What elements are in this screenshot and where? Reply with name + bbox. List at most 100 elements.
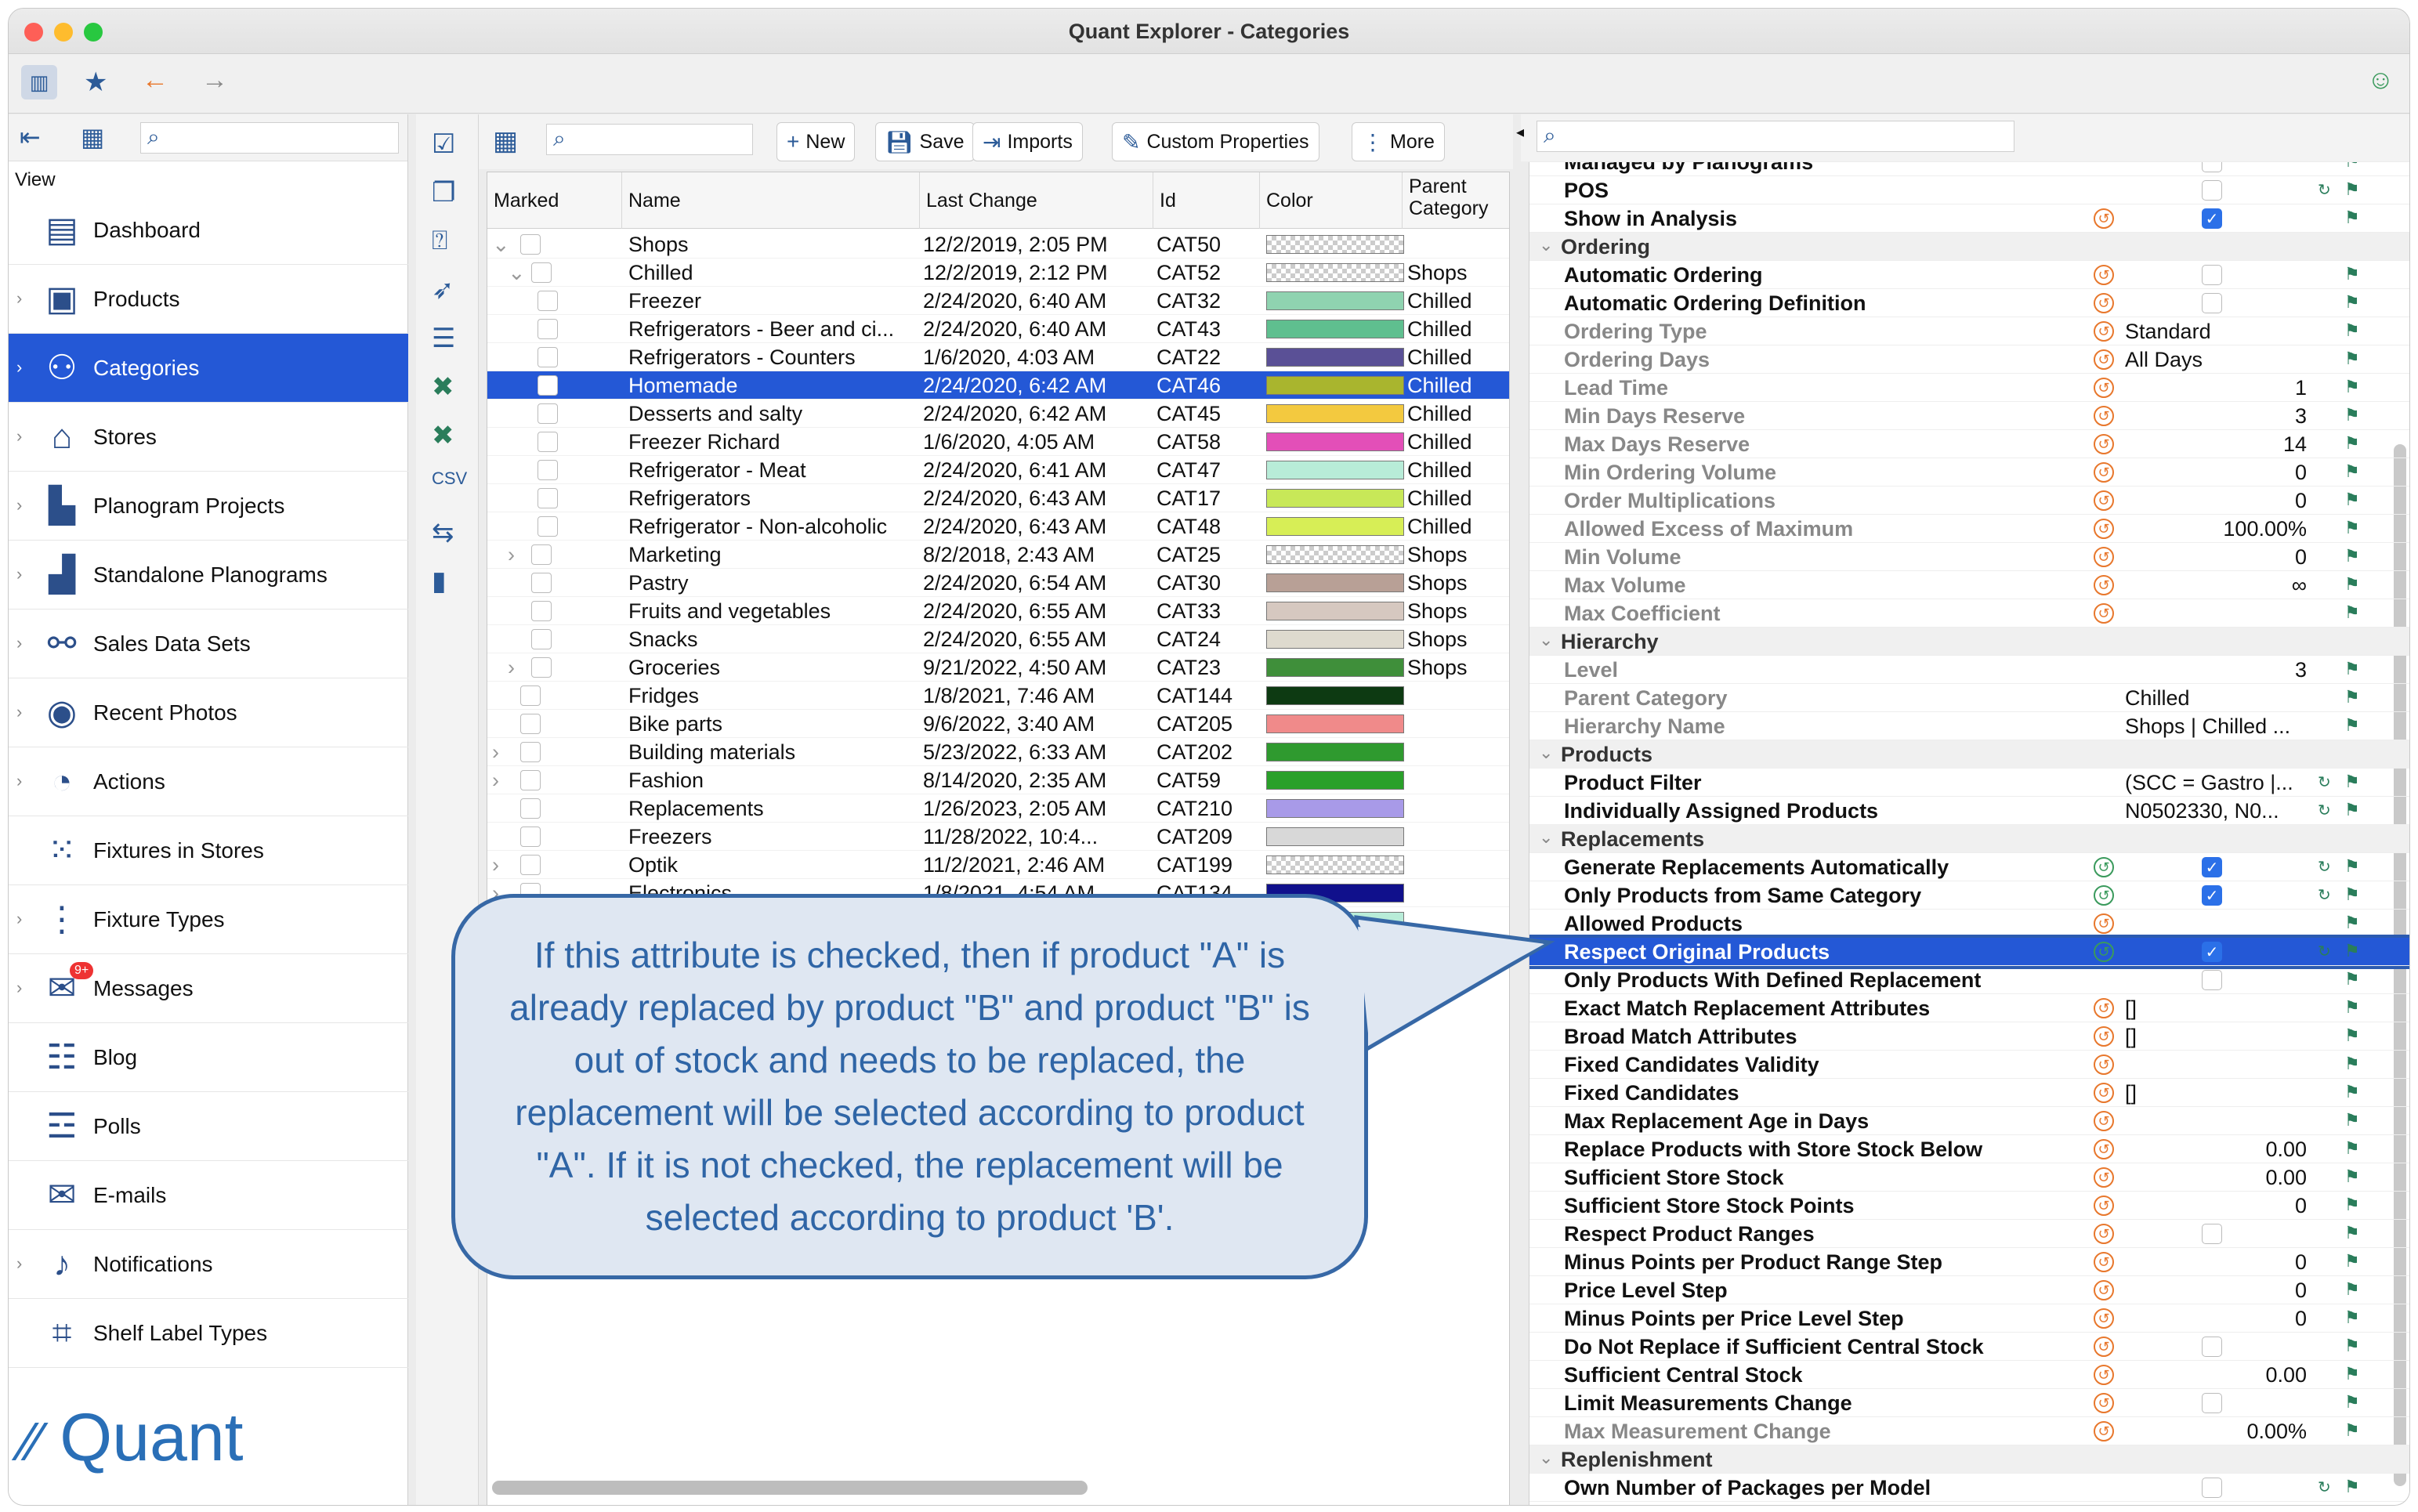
col-name[interactable]: Name (622, 172, 920, 229)
edit-flag-icon[interactable]: ⚑ (2344, 1223, 2360, 1243)
row-checkbox[interactable] (531, 629, 552, 649)
property-row[interactable]: Ordering Type ↺ Standard ⚑ (1529, 317, 2409, 345)
property-value[interactable]: ∞ (2292, 573, 2307, 598)
chevron-right-icon[interactable]: › (16, 909, 22, 929)
edit-flag-icon[interactable]: ⚑ (2344, 1477, 2360, 1497)
property-row[interactable]: Level 3 ⚑ (1529, 656, 2409, 684)
reset-icon[interactable]: ↺ (2094, 1026, 2114, 1047)
chevron-right-icon[interactable]: › (16, 1253, 22, 1274)
reset-icon[interactable]: ↺ (2094, 603, 2114, 624)
nav-item-fixtures-in-stores[interactable]: ⁙ Fixtures in Stores (9, 816, 408, 885)
property-row[interactable]: Do Not Replace if Sufficient Central Sto… (1529, 1333, 2409, 1361)
expand-closed-icon[interactable]: › (492, 769, 499, 793)
property-value[interactable]: 0.00% (2246, 1420, 2307, 1444)
save-button[interactable]: 💾︎ Save (875, 122, 975, 161)
nav-search-input[interactable]: ⌕ (140, 122, 399, 154)
col-color[interactable]: Color (1260, 172, 1403, 229)
edit-flag-icon[interactable]: ⚑ (2344, 1308, 2360, 1328)
imports-button[interactable]: ⇥ Imports (972, 122, 1083, 161)
edit-flag-icon[interactable]: ⚑ (2344, 1420, 2360, 1441)
reset-icon[interactable]: ↺ (2094, 1365, 2114, 1385)
edit-flag-icon[interactable]: ⚑ (2344, 1025, 2360, 1046)
property-row[interactable]: Show in Analysis ↺ ✓ ⚑ (1529, 204, 2409, 233)
edit-flag-icon[interactable]: ⚑ (2344, 1392, 2360, 1413)
property-value[interactable]: 0 (2295, 1194, 2307, 1218)
property-value[interactable]: [] (2125, 1025, 2137, 1049)
nav-item-standalone-planograms[interactable]: › ▟ Standalone Planograms (9, 541, 408, 610)
reset-icon[interactable]: ↺ (2094, 321, 2114, 342)
property-value[interactable]: 0 (2295, 461, 2307, 485)
property-row[interactable]: Fixed Candidates ↺ [] ⚑ (1529, 1079, 2409, 1107)
reset-icon[interactable]: ↺ (2094, 1337, 2114, 1357)
nav-item-blog[interactable]: ☷ Blog (9, 1023, 408, 1092)
property-checkbox[interactable] (2202, 970, 2222, 990)
refresh-icon[interactable]: ↻ (2318, 857, 2331, 877)
table-row[interactable]: Freezer Richard 1/6/2020, 4:05 AM CAT58 Chi… (487, 428, 1509, 456)
property-row[interactable]: Respect Product Ranges ↺ ⚑ (1529, 1220, 2409, 1248)
table-view-icon[interactable]: ▦ (81, 122, 104, 152)
edit-flag-icon[interactable]: ⚑ (2344, 1251, 2360, 1271)
expand-open-icon[interactable]: ⌄ (492, 233, 510, 257)
star-icon[interactable]: ★ (84, 67, 107, 98)
edit-flag-icon[interactable]: ⚑ (2344, 546, 2360, 566)
edit-flag-icon[interactable]: ⚑ (2344, 941, 2360, 961)
property-checkbox[interactable]: ✓ (2202, 857, 2222, 877)
property-row[interactable]: Only Products from Same Category ↺ ✓ ↻ ⚑ (1529, 881, 2409, 910)
collapse-icon[interactable]: ⇤ (20, 122, 41, 152)
chevron-right-icon[interactable]: › (16, 702, 22, 722)
excel-import-icon[interactable]: ✖ (432, 420, 454, 451)
reset-icon[interactable]: ↺ (2094, 1139, 2114, 1159)
chart-icon[interactable]: ▮ (432, 566, 447, 597)
edit-flag-icon[interactable]: ⚑ (2344, 405, 2360, 425)
row-checkbox[interactable] (538, 488, 558, 508)
property-checkbox[interactable] (2202, 1478, 2222, 1498)
property-row[interactable]: Limit Measurements Change ↺ ⚑ (1529, 1389, 2409, 1417)
refresh-icon[interactable]: ↻ (2318, 772, 2331, 792)
property-value[interactable]: 0 (2295, 545, 2307, 570)
property-row[interactable]: Only Products With Defined Replacement ⚑ (1529, 966, 2409, 994)
edit-flag-icon[interactable]: ⚑ (2344, 377, 2360, 397)
smiley-icon[interactable]: ☺ (2367, 65, 2394, 96)
row-checkbox[interactable] (520, 685, 541, 706)
property-row[interactable]: Max Coefficient ↺ ⚑ (1529, 599, 2409, 628)
edit-flag-icon[interactable]: ⚑ (2344, 518, 2360, 538)
property-row[interactable]: Minus Points per Product Range Step ↺ 0 ⚑ (1529, 1248, 2409, 1276)
property-row[interactable]: Parent Category Chilled ⚑ (1529, 684, 2409, 712)
property-value[interactable]: 0 (2295, 1307, 2307, 1331)
chevron-right-icon[interactable]: › (16, 771, 22, 791)
chevron-right-icon[interactable]: › (16, 288, 22, 309)
property-row[interactable]: Max Measurement Change ↺ 0.00% ⚑ (1529, 1417, 2409, 1445)
table-row[interactable]: Homemade 2/24/2020, 6:42 AM CAT46 Chilled (487, 371, 1509, 400)
reset-icon[interactable]: ↺ (2094, 519, 2114, 539)
row-checkbox[interactable] (520, 742, 541, 762)
row-checkbox[interactable] (520, 855, 541, 875)
chevron-right-icon[interactable]: › (16, 357, 22, 378)
row-checkbox[interactable] (538, 516, 558, 537)
chevron-down-icon[interactable]: ⌄ (1539, 743, 1553, 763)
pointer-icon[interactable]: ➶ (432, 274, 454, 306)
refresh-icon[interactable]: ↻ (2318, 942, 2331, 961)
property-group-replenishment[interactable]: ⌄ Replenishment (1529, 1445, 2409, 1474)
table-row[interactable]: › Marketing 8/2/2018, 2:43 AM CAT25 Shops (487, 541, 1509, 569)
edit-flag-icon[interactable]: ⚑ (2344, 1082, 2360, 1102)
edit-flag-icon[interactable]: ⚑ (2344, 574, 2360, 595)
property-value[interactable]: 100.00% (2223, 517, 2307, 541)
row-checkbox[interactable] (538, 319, 558, 339)
nav-item-planogram-projects[interactable]: › ▙ Planogram Projects (9, 472, 408, 541)
property-row[interactable]: Sufficient Store Stock Points ↺ 0 ⚑ (1529, 1192, 2409, 1220)
edit-flag-icon[interactable]: ⚑ (2344, 490, 2360, 510)
reset-icon[interactable]: ↺ (2094, 208, 2114, 229)
table-row[interactable]: Pastry 2/24/2020, 6:54 AM CAT30 Shops (487, 569, 1509, 597)
nav-item-sales-data-sets[interactable]: › ⚯ Sales Data Sets (9, 610, 408, 678)
chevron-right-icon[interactable]: › (16, 564, 22, 584)
property-checkbox[interactable] (2202, 1224, 2222, 1244)
reset-icon[interactable]: ↺ (2094, 942, 2114, 962)
property-value[interactable]: [] (2125, 997, 2137, 1021)
excel-export-icon[interactable]: ✖ (432, 371, 454, 403)
chevron-down-icon[interactable]: ⌄ (1539, 235, 1553, 255)
table-row[interactable]: Fruits and vegetables 2/24/2020, 6:55 AM C… (487, 597, 1509, 625)
property-value[interactable]: 0.00 (2265, 1504, 2307, 1505)
refresh-icon[interactable]: ↻ (2318, 801, 2331, 820)
table-row[interactable]: Refrigerators 2/24/2020, 6:43 AM CAT17 Chil… (487, 484, 1509, 512)
property-row[interactable]: Product Filter (SCC = Gastro |... ↻ ⚑ (1529, 769, 2409, 797)
